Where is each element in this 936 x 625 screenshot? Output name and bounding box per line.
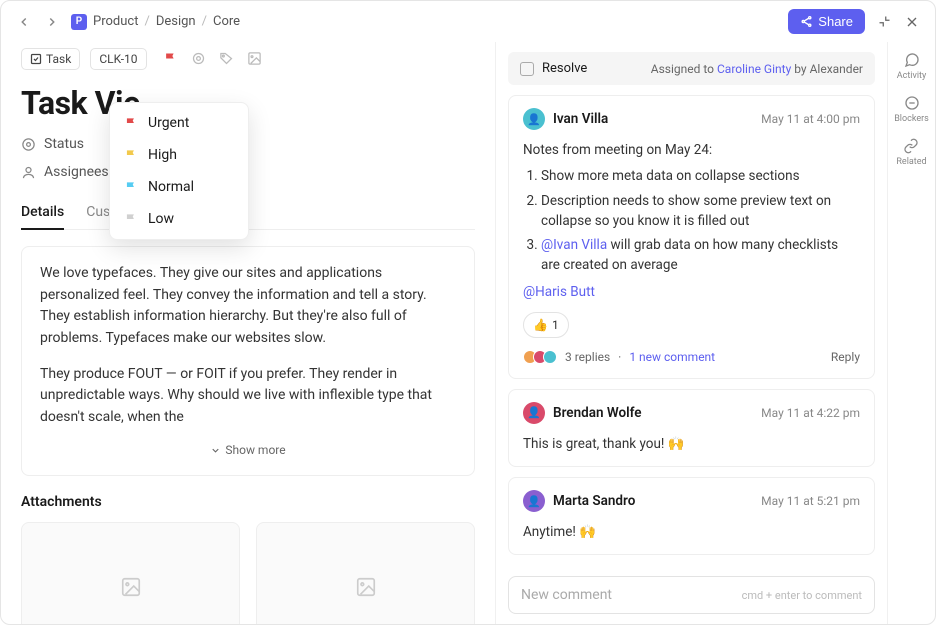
close-icon[interactable] — [903, 13, 921, 31]
attachments-heading: Attachments — [21, 494, 475, 510]
reply-button[interactable]: Reply — [831, 348, 860, 366]
priority-option-normal[interactable]: Normal — [110, 171, 248, 203]
flag-icon — [124, 148, 138, 162]
mention[interactable]: @Ivan Villa — [541, 237, 607, 253]
reaction-button[interactable]: 👍1 — [523, 312, 569, 338]
comment-list-item: Description needs to show some preview t… — [541, 191, 860, 232]
nav-forward-icon[interactable] — [43, 13, 61, 31]
task-id-chip[interactable]: CLK-10 — [90, 48, 146, 70]
comment-author: Marta Sandro — [553, 493, 635, 509]
topbar: P Product / Design / Core Share — [1, 1, 935, 42]
avatar: 👤 — [523, 490, 545, 512]
blocker-icon — [904, 95, 920, 111]
status-label: Status — [44, 136, 84, 152]
comment-list-item: @Ivan Villa will grab data on how many c… — [541, 235, 860, 276]
collapse-icon[interactable] — [875, 13, 893, 31]
comment: 👤 Marta Sandro May 11 at 5:21 pm Anytime… — [508, 477, 875, 555]
avatar: 👤 — [523, 402, 545, 424]
new-comment-badge[interactable]: 1 new comment — [629, 348, 715, 366]
breadcrumb-separator: / — [144, 14, 149, 29]
assigned-to: Assigned to Caroline Ginty by Alexander — [651, 62, 863, 76]
description: We love typefaces. They give our sites a… — [21, 246, 475, 476]
breadcrumb: P Product / Design / Core — [71, 14, 240, 30]
new-comment-placeholder: New comment — [521, 587, 612, 603]
priority-label: Urgent — [148, 115, 189, 131]
right-rail: Activity Blockers Related — [887, 42, 935, 624]
nav-back-icon[interactable] — [15, 13, 33, 31]
flag-icon — [124, 116, 138, 130]
priority-option-low[interactable]: Low — [110, 203, 248, 235]
task-type-label: Task — [46, 52, 71, 66]
link-icon — [903, 138, 919, 154]
description-paragraph: They produce FOUT — or FOIT if you prefe… — [40, 364, 456, 429]
breadcrumb-separator: / — [202, 14, 207, 29]
breadcrumb-item[interactable]: Product — [93, 14, 138, 29]
avatar: 👤 — [523, 108, 545, 130]
priority-option-high[interactable]: High — [110, 139, 248, 171]
share-label: Share — [818, 14, 853, 29]
show-more-button[interactable]: Show more — [40, 441, 456, 460]
mention[interactable]: @Haris Butt — [523, 284, 595, 300]
task-type-chip[interactable]: Task — [21, 48, 80, 70]
image-placeholder-icon — [120, 576, 142, 598]
comment-text: Notes from meeting on May 24: — [523, 140, 860, 160]
resolve-checkbox[interactable] — [520, 62, 534, 76]
flag-icon — [124, 212, 138, 226]
assignees-label: Assignees — [44, 164, 109, 180]
priority-option-urgent[interactable]: Urgent — [110, 107, 248, 139]
priority-label: Normal — [148, 179, 194, 195]
comment-icon — [904, 52, 920, 68]
attachment-placeholder[interactable] — [21, 522, 240, 624]
comment-text: This is great, thank you! 🙌 — [523, 434, 860, 454]
tag-icon[interactable] — [219, 51, 235, 67]
breadcrumb-item[interactable]: Core — [213, 14, 240, 29]
resolve-label: Resolve — [542, 61, 587, 76]
reply-avatars — [523, 350, 557, 364]
replies-count[interactable]: 3 replies — [565, 348, 610, 366]
new-comment-input[interactable]: New comment cmd + enter to comment — [508, 576, 875, 614]
rail-blockers[interactable]: Blockers — [894, 95, 929, 124]
rail-activity[interactable]: Activity — [897, 52, 926, 81]
breadcrumb-item[interactable]: Design — [156, 14, 196, 29]
new-comment-hint: cmd + enter to comment — [742, 589, 862, 602]
priority-dropdown: Urgent High Normal Low — [109, 102, 249, 240]
workspace-icon: P — [71, 14, 87, 30]
share-button[interactable]: Share — [788, 9, 865, 34]
comment-author: Ivan Villa — [553, 111, 608, 127]
comments-pane: Resolve Assigned to Caroline Ginty by Al… — [495, 42, 887, 624]
task-detail-pane: Task CLK-10 Task Vie Status As — [1, 42, 495, 624]
assignee-link[interactable]: Caroline Ginty — [717, 62, 791, 76]
comment-time: May 11 at 4:00 pm — [761, 112, 860, 126]
flag-icon — [124, 180, 138, 194]
comment-time: May 11 at 5:21 pm — [761, 494, 860, 508]
comment: 👤 Brendan Wolfe May 11 at 4:22 pm This i… — [508, 389, 875, 467]
description-paragraph: We love typefaces. They give our sites a… — [40, 263, 456, 350]
show-more-label: Show more — [225, 441, 285, 460]
comment-author: Brendan Wolfe — [553, 405, 642, 421]
image-placeholder-icon — [355, 576, 377, 598]
comment-list-item: Show more meta data on collapse sections — [541, 166, 860, 186]
rail-related[interactable]: Related — [896, 138, 926, 167]
image-icon[interactable] — [247, 51, 263, 67]
comment: 👤 Ivan Villa May 11 at 4:00 pm Notes fro… — [508, 95, 875, 379]
priority-flag-icon[interactable] — [163, 51, 179, 67]
status-circle-icon[interactable] — [191, 51, 207, 67]
tab-details[interactable]: Details — [21, 204, 64, 230]
comment-text: Anytime! 🙌 — [523, 522, 860, 542]
priority-label: High — [148, 147, 177, 163]
attachment-placeholder[interactable] — [256, 522, 475, 624]
comment-time: May 11 at 4:22 pm — [761, 406, 860, 420]
priority-label: Low — [148, 211, 174, 227]
resolve-bar: Resolve Assigned to Caroline Ginty by Al… — [508, 52, 875, 85]
